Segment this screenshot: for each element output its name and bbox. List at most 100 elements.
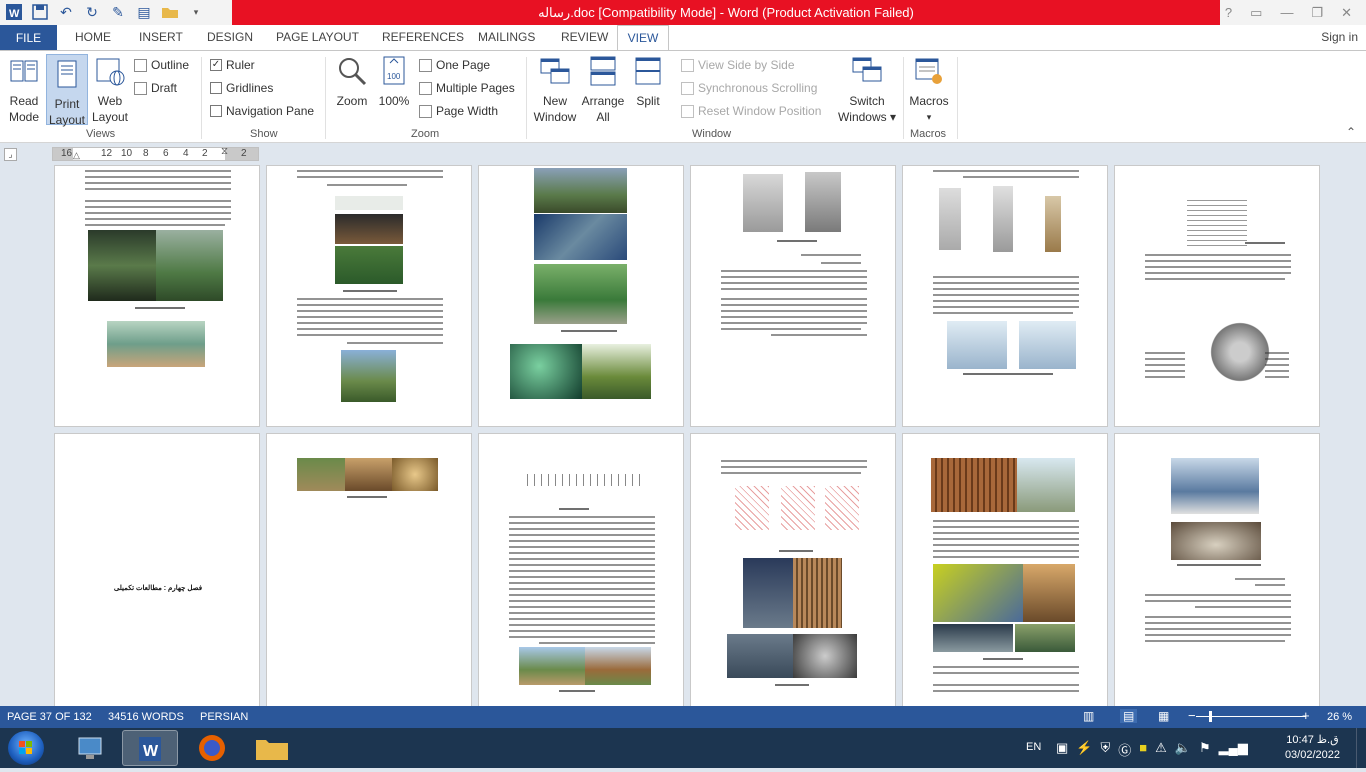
open-folder-icon[interactable] bbox=[160, 2, 180, 22]
split-button[interactable]: Split bbox=[628, 55, 668, 109]
flag-icon[interactable]: ⚑ bbox=[1199, 740, 1211, 759]
word-count[interactable]: 34516 WORDS bbox=[108, 711, 184, 723]
arrange-all-button[interactable]: Arrange All bbox=[580, 55, 626, 125]
zoom-out-button[interactable]: − bbox=[1188, 708, 1196, 723]
document-page[interactable] bbox=[266, 165, 472, 427]
indent-marker-icon[interactable]: ⧖ bbox=[221, 146, 228, 157]
switch-windows-icon bbox=[852, 57, 882, 82]
document-page[interactable]: فصل چهارم : مطالعات تکمیلی bbox=[54, 433, 260, 706]
start-button[interactable] bbox=[8, 731, 44, 765]
tab-home[interactable]: HOME bbox=[75, 30, 111, 44]
tray-app-icon[interactable]: ▣ bbox=[1056, 740, 1068, 759]
navigation-pane-checkbox[interactable]: Navigation Pane bbox=[210, 104, 314, 118]
outline-button[interactable]: Outline bbox=[134, 58, 189, 72]
zoom-100-label: 100% bbox=[378, 94, 410, 108]
document-page[interactable] bbox=[478, 433, 684, 706]
read-mode-button[interactable]: Read Mode bbox=[4, 55, 44, 125]
tray-shield-icon[interactable]: ⛨ bbox=[1100, 740, 1110, 759]
document-page[interactable] bbox=[1114, 165, 1320, 427]
close-button[interactable]: ✕ bbox=[1341, 5, 1352, 21]
word-icon[interactable]: W bbox=[4, 2, 24, 22]
document-page[interactable] bbox=[54, 165, 260, 427]
tab-mailings[interactable]: MAILINGS bbox=[478, 30, 535, 44]
document-page[interactable] bbox=[1114, 433, 1320, 706]
customize-icon[interactable]: ▾ bbox=[186, 2, 206, 22]
print-layout-button[interactable]: Print Layout bbox=[46, 54, 88, 127]
one-page-button[interactable]: One Page bbox=[419, 58, 490, 72]
tab-insert[interactable]: INSERT bbox=[139, 30, 183, 44]
tab-selector-icon[interactable]: ⌟ bbox=[4, 148, 17, 161]
zoom-in-button[interactable]: + bbox=[1302, 708, 1310, 723]
document-page[interactable] bbox=[690, 165, 896, 427]
collapse-ribbon-icon[interactable]: ⌃ bbox=[1346, 125, 1356, 139]
switch-windows-button[interactable]: Switch Windows ▾ bbox=[837, 55, 897, 125]
tab-references[interactable]: REFERENCES bbox=[382, 30, 464, 44]
one-page-icon bbox=[419, 58, 432, 72]
gridlines-checkbox[interactable]: Gridlines bbox=[210, 81, 273, 95]
network-icon[interactable]: ▂▄▆ bbox=[1219, 740, 1248, 759]
zoom-percentage[interactable]: 26 % bbox=[1327, 711, 1352, 723]
tray-g-icon[interactable]: Ⓖ bbox=[1118, 740, 1131, 759]
read-mode-icon[interactable]: ▥ bbox=[1083, 709, 1094, 723]
language-indicator[interactable]: PERSIAN bbox=[200, 711, 248, 723]
document-page[interactable] bbox=[902, 433, 1108, 706]
help-icon[interactable]: ? bbox=[1225, 5, 1232, 20]
tray-note-icon[interactable]: ■ bbox=[1139, 740, 1147, 759]
status-bar: PAGE 37 OF 132 34516 WORDS PERSIAN ▥ ▤ ▦… bbox=[0, 706, 1366, 728]
restore-button[interactable]: ❐ bbox=[1311, 5, 1323, 21]
clock[interactable]: 10:47 ق.ظ 03/02/2022 bbox=[1285, 733, 1340, 763]
edit-icon[interactable]: ✎ bbox=[108, 2, 128, 22]
multiple-pages-button[interactable]: Multiple Pages bbox=[419, 81, 515, 95]
tray-alert-icon[interactable]: ⚠ bbox=[1155, 740, 1167, 759]
save-icon[interactable] bbox=[30, 2, 50, 22]
tab-page-layout[interactable]: PAGE LAYOUT bbox=[276, 30, 359, 44]
ribbon-display-icon[interactable]: ▭ bbox=[1250, 5, 1262, 21]
input-language[interactable]: EN bbox=[1026, 741, 1041, 753]
web-layout-label-1: Web bbox=[97, 94, 123, 108]
document-page[interactable] bbox=[690, 433, 896, 706]
reset-window-position-button[interactable]: Reset Window Position bbox=[681, 104, 821, 118]
tab-design[interactable]: DESIGN bbox=[207, 30, 253, 44]
zoom-100-button[interactable]: 100 100% bbox=[376, 55, 412, 109]
web-layout-button[interactable]: Web Layout bbox=[90, 55, 130, 125]
new-window-button[interactable]: New Window bbox=[531, 55, 579, 125]
redo-icon[interactable]: ↻ bbox=[82, 2, 102, 22]
synchronous-scrolling-label: Synchronous Scrolling bbox=[698, 81, 818, 95]
ruler-checkbox[interactable]: ✓ Ruler bbox=[210, 58, 255, 72]
taskbar-app-firefox[interactable] bbox=[184, 730, 240, 766]
page-width-button[interactable]: Page Width bbox=[419, 104, 498, 118]
document-area[interactable]: فصل چهارم : مطالعات تکمیلی bbox=[0, 165, 1366, 706]
page-width-label: Page Width bbox=[436, 104, 499, 118]
photo bbox=[585, 647, 651, 685]
tab-view[interactable]: VIEW bbox=[617, 25, 669, 51]
tab-file[interactable]: FILE bbox=[0, 25, 57, 51]
view-side-by-side-button[interactable]: View Side by Side bbox=[681, 58, 795, 72]
zoom-button[interactable]: Zoom bbox=[333, 55, 371, 109]
show-desktop-button[interactable] bbox=[1356, 728, 1366, 768]
undo-icon[interactable]: ↶ bbox=[56, 2, 76, 22]
document-page[interactable] bbox=[266, 433, 472, 706]
document-page[interactable] bbox=[902, 165, 1108, 427]
page-count[interactable]: PAGE 37 OF 132 bbox=[7, 711, 92, 723]
synchronous-scrolling-button[interactable]: Synchronous Scrolling bbox=[681, 81, 817, 95]
form-icon[interactable]: ▤ bbox=[134, 2, 154, 22]
show-group-label: Show bbox=[250, 128, 278, 140]
lightning-icon[interactable]: ⚡ bbox=[1076, 740, 1092, 759]
web-layout-icon[interactable]: ▦ bbox=[1158, 709, 1169, 723]
draft-button[interactable]: Draft bbox=[134, 81, 177, 95]
document-page[interactable] bbox=[478, 165, 684, 427]
taskbar-app-word[interactable]: W bbox=[122, 730, 178, 766]
sign-in-link[interactable]: Sign in bbox=[1321, 30, 1358, 44]
horizontal-ruler[interactable]: 16 12 10 8 6 4 2 2 ⧖ △ bbox=[52, 146, 259, 161]
zoom-slider[interactable] bbox=[1196, 716, 1306, 717]
taskbar-app-explorer[interactable] bbox=[244, 730, 300, 766]
zoom-slider-thumb[interactable] bbox=[1209, 711, 1212, 722]
tab-review[interactable]: REVIEW bbox=[561, 30, 608, 44]
outline-label: Outline bbox=[151, 58, 190, 72]
indent-marker-icon[interactable]: △ bbox=[73, 150, 80, 161]
macros-button[interactable]: Macros ▾ bbox=[906, 55, 952, 125]
taskbar-app-computer[interactable] bbox=[62, 730, 118, 766]
minimize-button[interactable]: — bbox=[1280, 5, 1293, 20]
volume-icon[interactable]: 🔈 bbox=[1175, 740, 1191, 759]
print-layout-icon[interactable]: ▤ bbox=[1120, 709, 1138, 723]
